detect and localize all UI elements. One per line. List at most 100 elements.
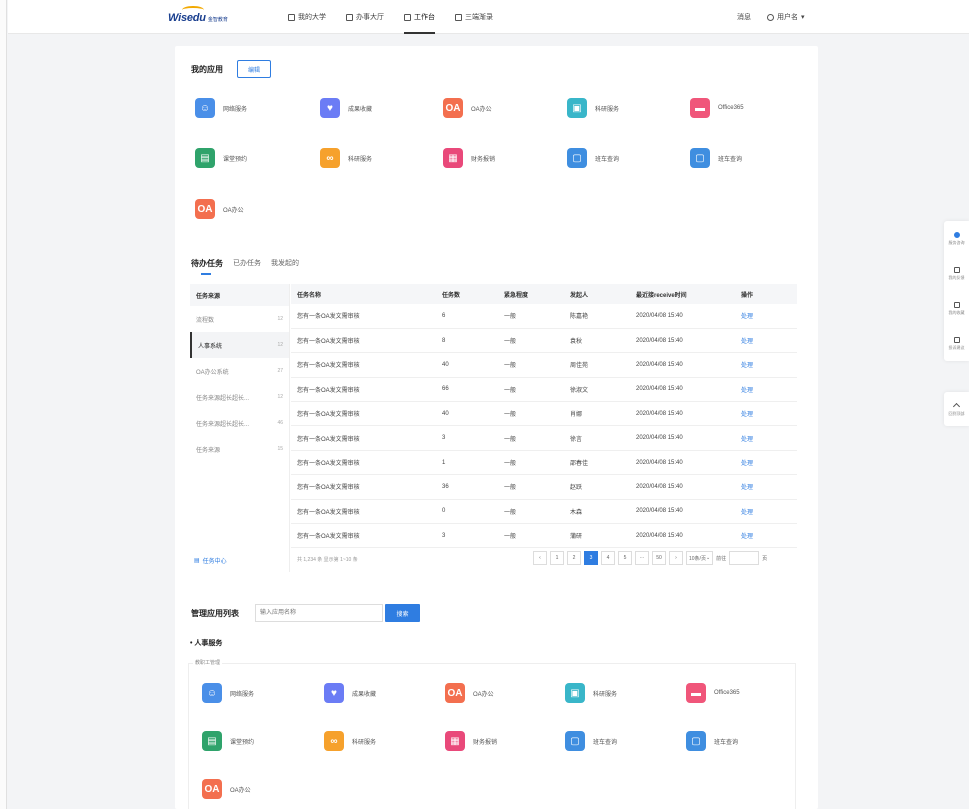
source-item[interactable]: 任务来源超长超长... 46 (190, 410, 289, 436)
app-label: 科研服务 (595, 106, 620, 113)
page-button[interactable]: 50 (652, 551, 666, 565)
manage-app-bus-2[interactable]: ▢ 班车查询 (686, 731, 738, 751)
app-label: 网络服务 (230, 691, 255, 698)
app-office365[interactable]: ▬ Office365 (690, 98, 744, 118)
cell-time: 2020/04/08 15:40 (630, 450, 735, 476)
research-icon: ▣ (567, 98, 587, 118)
cell-urgency: 一般 (498, 401, 564, 427)
app-research-2[interactable]: ∞ 科研服务 (320, 148, 372, 168)
app-achievement[interactable]: ♥ 成果收藏 (320, 98, 372, 118)
source-item[interactable]: 人事系统 12 (190, 332, 289, 358)
page-button-active[interactable]: 3 (584, 551, 598, 565)
task-tabs: 待办任务 已办任务 我发起的 (191, 258, 299, 275)
source-label: 任务来源 (196, 447, 221, 454)
app-finance[interactable]: ▦ 财务报销 (443, 148, 495, 168)
consult-icon (953, 231, 960, 238)
process-link[interactable]: 处理 (735, 425, 797, 451)
manage-app-achievement[interactable]: ♥ 成果收藏 (324, 683, 376, 703)
source-item[interactable]: 任务来源 15 (190, 436, 289, 462)
side-tool-consult[interactable]: 服务咨询 (944, 221, 969, 256)
cell-initiator: 木森 (564, 499, 630, 525)
source-item[interactable]: 任务来源超长超长... 12 (190, 384, 289, 410)
wisedu-logo[interactable]: Wisedu 金智教育 (168, 6, 228, 26)
window-left-edge (0, 0, 7, 809)
manage-app-classroom[interactable]: ▤ 课堂预约 (202, 731, 254, 751)
page-button[interactable]: 1 (550, 551, 564, 565)
manage-app-finance[interactable]: ▦ 财务报销 (445, 731, 497, 751)
process-link[interactable]: 处理 (735, 523, 797, 549)
cell-task-name: 您有一条OA发文需审核 (291, 377, 436, 403)
source-item[interactable]: OA办公系统 27 (190, 358, 289, 384)
side-tool-favorites[interactable]: 我的收藏 (944, 291, 969, 326)
process-link[interactable]: 处理 (735, 328, 797, 354)
app-label: 班车查询 (593, 739, 618, 746)
next-page-button[interactable]: › (669, 551, 683, 565)
back-to-top-label: 回到顶部 (948, 411, 965, 416)
nav-list[interactable]: 三端渐录 (455, 0, 493, 34)
manage-app-network-service[interactable]: ☺ 网络服务 (202, 683, 254, 703)
app-label: 网络服务 (223, 106, 248, 113)
manage-app-office365[interactable]: ▬ Office365 (686, 683, 740, 703)
manage-app-research-2[interactable]: ∞ 科研服务 (324, 731, 376, 751)
page-button[interactable]: 5 (618, 551, 632, 565)
feedback-icon (953, 266, 960, 273)
user-menu[interactable]: 用户名 ▾ (767, 12, 805, 22)
app-network-service[interactable]: ☺ 网络服务 (195, 98, 247, 118)
back-to-top-button[interactable]: 回到顶部 (944, 392, 969, 426)
page-button[interactable]: 4 (601, 551, 615, 565)
source-item[interactable]: 流程数 12 (190, 306, 289, 332)
finance-icon: ▦ (445, 731, 465, 751)
cell-initiator: 邵春佳 (564, 450, 630, 476)
logo-arc-icon (182, 6, 204, 14)
goto-page-input[interactable] (729, 551, 760, 565)
app-classroom[interactable]: ▤ 课堂预约 (195, 148, 247, 168)
app-bus-2[interactable]: ▢ 班车查询 (690, 148, 742, 168)
table-row: 您有一条OA发文需审核 3 一般 徐言 2020/04/08 15:40 处理 (291, 425, 797, 451)
process-link[interactable]: 处理 (735, 450, 797, 476)
manage-app-oa[interactable]: OA OA办公 (445, 683, 494, 703)
app-research[interactable]: ▣ 科研服务 (567, 98, 619, 118)
task-center-link[interactable]: ▤ 任务中心 (194, 556, 227, 565)
side-tool-complaint[interactable]: 投诉建议 (944, 326, 969, 361)
process-link[interactable]: 处理 (735, 499, 797, 525)
tab-initiated[interactable]: 我发起的 (271, 258, 299, 269)
col-task-count: 任务数 (436, 284, 498, 304)
manage-app-research[interactable]: ▣ 科研服务 (565, 683, 617, 703)
office-icon: ▬ (686, 683, 706, 703)
nav-workbench[interactable]: 工作台 (404, 0, 435, 34)
app-search-input[interactable] (255, 604, 383, 622)
manage-app-bus-1[interactable]: ▢ 班车查询 (565, 731, 617, 751)
app-oa[interactable]: OA OA办公 (443, 98, 492, 118)
edit-button[interactable]: 编辑 (237, 60, 271, 78)
table-row: 您有一条OA发文需审核 8 一般 袁秋 2020/04/08 15:40 处理 (291, 328, 797, 354)
tab-done[interactable]: 已办任务 (233, 258, 261, 269)
process-link[interactable]: 处理 (735, 401, 797, 427)
cell-time: 2020/04/08 15:40 (630, 304, 735, 329)
side-tool-feedback[interactable]: 我的反馈 (944, 256, 969, 291)
table-header-row: 任务名称 任务数 紧急程度 发起人 最近接receive时间 操作 (291, 284, 797, 304)
tab-todo[interactable]: 待办任务 (191, 258, 223, 275)
process-link[interactable]: 处理 (735, 474, 797, 500)
process-link[interactable]: 处理 (735, 304, 797, 329)
page-size-select[interactable]: 10条/页 ⌄ (686, 551, 714, 565)
prev-page-button[interactable]: ‹ (533, 551, 547, 565)
app-label: 科研服务 (348, 156, 373, 163)
process-link[interactable]: 处理 (735, 377, 797, 403)
page-ellipsis[interactable]: ··· (635, 551, 649, 565)
app-label: OA办公 (230, 787, 251, 794)
cell-task-name: 您有一条OA发文需审核 (291, 450, 436, 476)
app-oa-2[interactable]: OA OA办公 (195, 199, 244, 219)
search-button[interactable]: 搜索 (385, 604, 420, 622)
process-link[interactable]: 处理 (735, 352, 797, 378)
source-count: 27 (277, 368, 283, 374)
cell-task-name: 您有一条OA发文需审核 (291, 523, 436, 549)
nav-my-university[interactable]: 我的大学 (288, 0, 326, 34)
manage-app-oa-2[interactable]: OA OA办公 (202, 779, 251, 799)
cell-task-name: 您有一条OA发文需审核 (291, 304, 436, 329)
app-bus-1[interactable]: ▢ 班车查询 (567, 148, 619, 168)
messages-link[interactable]: 消息 (737, 12, 751, 22)
source-label: 任务来源超长超长... (196, 395, 250, 402)
nav-service-hall[interactable]: 办事大厅 (346, 0, 384, 34)
page-button[interactable]: 2 (567, 551, 581, 565)
app-label: 班车查询 (718, 156, 743, 163)
